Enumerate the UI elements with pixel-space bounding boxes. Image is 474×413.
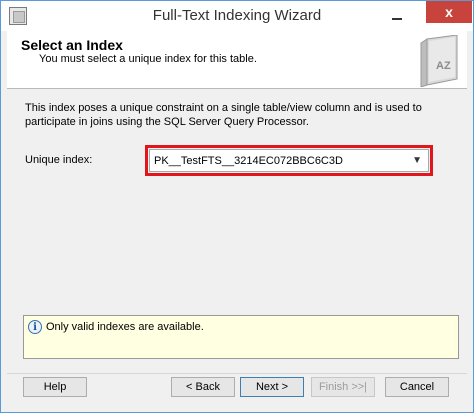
finish-button[interactable]: Finish >>| (311, 377, 375, 397)
close-button[interactable]: x (426, 1, 472, 23)
help-button[interactable]: Help (23, 377, 87, 397)
wizard-content: This index poses a unique constraint on … (7, 89, 467, 373)
wizard-header: Select an Index You must select a unique… (7, 31, 467, 89)
minimize-button[interactable] (383, 7, 411, 25)
unique-index-dropdown[interactable]: PK__TestFTS__3214EC072BBC6C3D ▼ (149, 149, 429, 172)
wizard-window: Full-Text Indexing Wizard x Select an In… (0, 0, 474, 413)
back-button[interactable]: < Back (171, 377, 235, 397)
index-description: This index poses a unique constraint on … (25, 102, 422, 128)
next-button[interactable]: Next > (240, 377, 304, 397)
book-az-icon: AZ (420, 35, 458, 87)
cancel-button[interactable]: Cancel (385, 377, 449, 397)
info-message: Only valid indexes are available. (46, 321, 204, 333)
info-message-box: i Only valid indexes are available. (23, 315, 459, 359)
unique-index-value: PK__TestFTS__3214EC072BBC6C3D (154, 154, 343, 167)
title-bar: Full-Text Indexing Wizard x (1, 1, 473, 31)
close-icon: x (445, 4, 453, 20)
minimize-icon (392, 18, 402, 20)
footer-divider (7, 373, 467, 374)
chevron-down-icon[interactable]: ▼ (412, 155, 422, 166)
page-title: Select an Index (21, 37, 123, 53)
page-subtitle: You must select a unique index for this … (39, 53, 257, 65)
info-icon: i (28, 320, 42, 334)
unique-index-label: Unique index: (25, 154, 93, 166)
book-icon-text: AZ (436, 60, 451, 72)
